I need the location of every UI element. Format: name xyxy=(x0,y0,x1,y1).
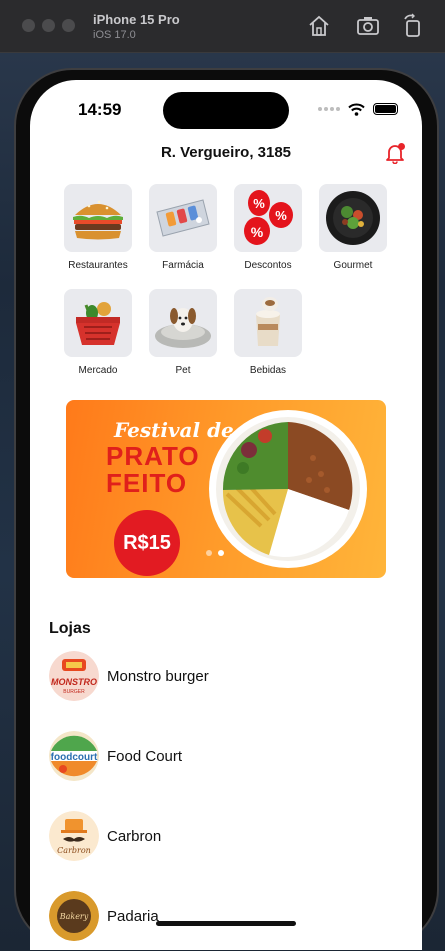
grocery-basket-icon xyxy=(64,289,132,357)
category-farmacia[interactable]: Farmácia xyxy=(149,184,217,271)
stores-section-title: Lojas xyxy=(49,620,91,637)
simulator-title-bar: iPhone 15 Pro iOS 17.0 xyxy=(0,0,445,53)
discount-balloons-icon: %%% xyxy=(234,184,302,252)
simulator-device-name: iPhone 15 Pro xyxy=(93,12,180,27)
pager-dot-active[interactable] xyxy=(218,550,224,556)
svg-text:%: % xyxy=(253,196,265,211)
rotate-icon[interactable] xyxy=(400,13,426,39)
minimize-window-button[interactable] xyxy=(42,19,55,32)
zoom-window-button[interactable] xyxy=(62,19,75,32)
simulator-os-version: iOS 17.0 xyxy=(93,29,136,41)
status-icons xyxy=(318,102,398,116)
prato-feito-dish-image xyxy=(209,410,367,568)
banner-title: PRATO FEITO xyxy=(106,443,200,497)
pharmacy-icon xyxy=(149,184,217,252)
store-item[interactable]: MONSTRO BURGER Monstro burger xyxy=(49,650,209,702)
store-name: Carbron xyxy=(107,827,162,845)
category-label: Gourmet xyxy=(333,260,373,271)
dog-bed-icon xyxy=(149,289,217,357)
category-label: Farmácia xyxy=(162,260,204,271)
store-item[interactable]: Carbron Carbron xyxy=(49,810,161,862)
category-label: Bebidas xyxy=(249,365,287,376)
battery-icon xyxy=(373,103,398,115)
category-restaurantes[interactable]: Restaurantes xyxy=(64,184,132,271)
category-pet[interactable]: Pet xyxy=(149,289,217,376)
store-item[interactable]: foodcourt Food Court xyxy=(49,730,182,782)
svg-text:%: % xyxy=(251,224,264,240)
banner-title-line2: PRATO xyxy=(106,441,200,471)
category-label: Pet xyxy=(175,365,191,376)
store-name: Monstro burger xyxy=(107,667,209,685)
svg-text:BURGER: BURGER xyxy=(63,689,85,695)
category-mercado[interactable]: Mercado xyxy=(64,289,132,376)
monstro-burger-logo: MONSTRO BURGER xyxy=(49,651,99,701)
banner-title-line3: FEITO xyxy=(106,468,188,498)
wifi-icon xyxy=(348,103,365,116)
category-descontos[interactable]: %%% Descontos xyxy=(234,184,302,271)
svg-text:Carbron: Carbron xyxy=(57,846,91,855)
close-window-button[interactable] xyxy=(22,19,35,32)
banner-pager[interactable] xyxy=(206,550,224,556)
pager-dot[interactable] xyxy=(206,550,212,556)
delivery-address[interactable]: R. Vergueiro, 3185 xyxy=(30,144,422,161)
category-label: Mercado xyxy=(78,365,118,376)
drinks-icon xyxy=(234,289,302,357)
svg-text:Bakery: Bakery xyxy=(59,912,89,921)
banner-price-badge: R$15 xyxy=(114,510,180,576)
home-indicator[interactable] xyxy=(156,921,296,926)
gourmet-dish-icon xyxy=(319,184,387,252)
app-screen: 14:59 R. Vergueiro, 3185 Restaurantes Fa… xyxy=(30,80,422,950)
status-time: 14:59 xyxy=(78,100,122,119)
category-label: Restaurantes xyxy=(68,260,128,271)
promo-banner[interactable]: Festival de PRATO FEITO R$15 xyxy=(66,400,386,578)
foodcourt-logo: foodcourt xyxy=(49,731,99,781)
category-label: Descontos xyxy=(244,260,292,271)
svg-text:%: % xyxy=(275,208,287,223)
category-bebidas[interactable]: Bebidas xyxy=(234,289,302,376)
svg-text:foodcourt: foodcourt xyxy=(51,752,98,763)
store-name: Food Court xyxy=(107,747,183,765)
burger-icon xyxy=(64,184,132,252)
notification-bell-icon[interactable] xyxy=(384,142,406,165)
dynamic-island xyxy=(163,92,289,129)
home-icon[interactable] xyxy=(306,13,332,39)
store-name: Padaria xyxy=(107,907,159,925)
carbron-logo: Carbron xyxy=(49,811,99,861)
screenshot-icon[interactable] xyxy=(355,13,381,39)
svg-text:MONSTRO: MONSTRO xyxy=(51,677,97,687)
store-item[interactable]: Bakery Padaria xyxy=(49,890,159,942)
category-gourmet[interactable]: Gourmet xyxy=(319,184,387,271)
cellular-signal-icon xyxy=(318,107,340,111)
padaria-logo: Bakery xyxy=(49,891,99,941)
